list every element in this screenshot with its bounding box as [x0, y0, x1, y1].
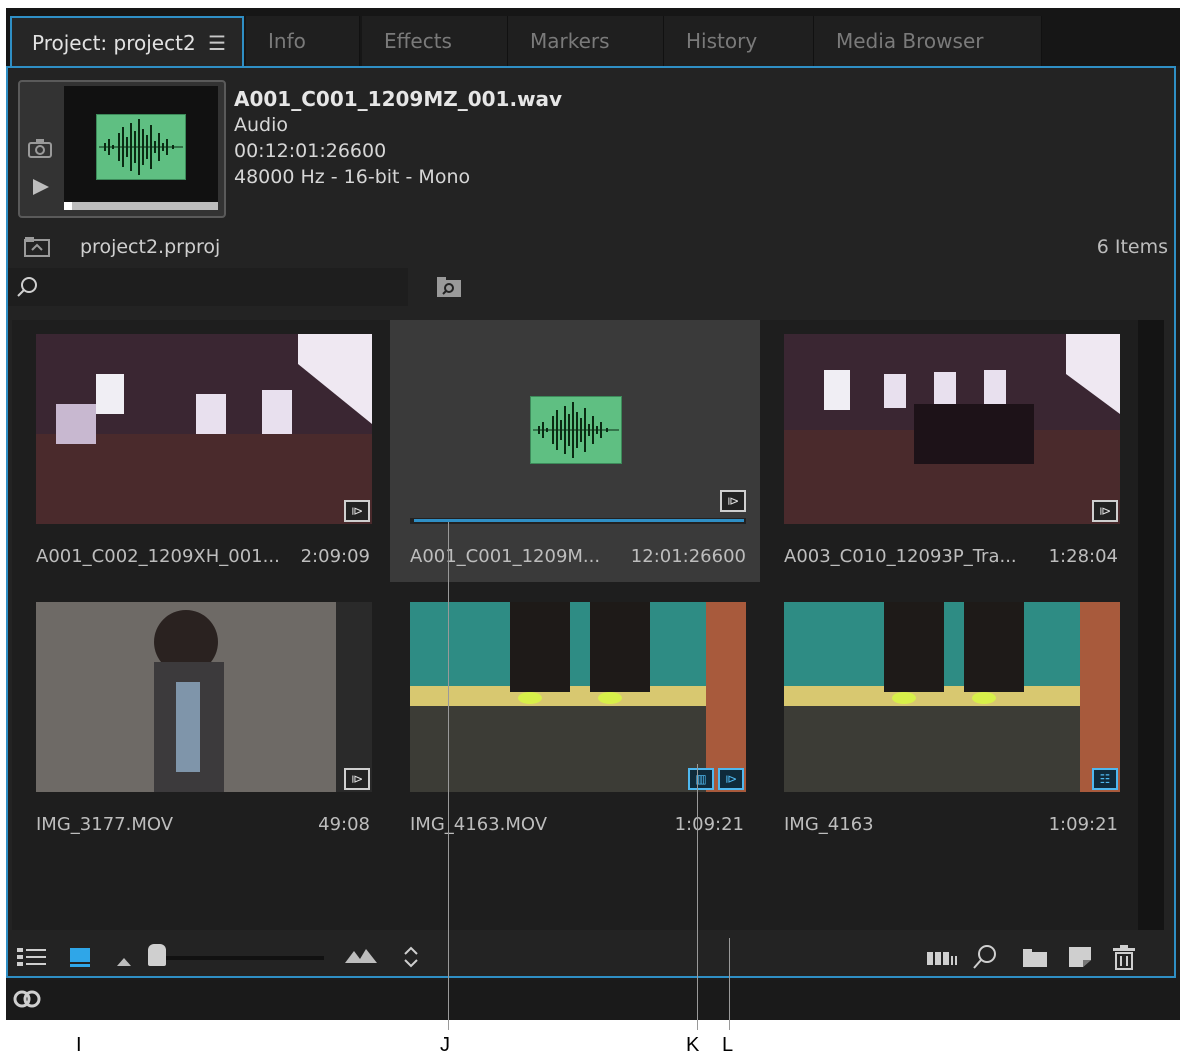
clip-name: IMG_4163: [784, 814, 874, 835]
clip-name: A001_C002_1209XH_001...: [36, 546, 280, 567]
clip-duration: 49:08: [318, 814, 370, 835]
callout-line-l: [729, 938, 730, 1030]
clip-item-selected[interactable]: ⧐ A001_C001_1209M... 12:01:26600: [390, 320, 760, 582]
clip-thumbnail: ☷: [784, 602, 1120, 792]
clip-thumbnail: ⧐: [36, 602, 372, 792]
clip-filename: A001_C001_1209MZ_001.wav: [234, 87, 563, 111]
sort-icon[interactable]: [402, 944, 420, 974]
audio-badge-icon: ⧐: [344, 500, 370, 522]
search-bin-icon[interactable]: [436, 276, 462, 302]
hamburger-menu-icon[interactable]: ☰: [208, 18, 226, 68]
tab-project-label: Project: project2: [32, 31, 196, 55]
automate-to-sequence-icon[interactable]: [926, 950, 958, 970]
audio-badge-icon: ⧐: [718, 768, 744, 790]
tab-history[interactable]: History: [664, 16, 814, 66]
panel-tab-bar: Project: project2 ☰ Info Effects Markers…: [6, 8, 1180, 66]
tab-markers[interactable]: Markers: [508, 16, 664, 66]
preview-progress-bar[interactable]: [64, 202, 218, 210]
tab-media-browser-label: Media Browser: [836, 29, 984, 53]
clip-thumbnail: ▥ ⧐: [410, 602, 746, 792]
clip-item[interactable]: ⧐ A001_C002_1209XH_001... 2:09:09: [16, 320, 384, 582]
folder-row: project2.prproj 6 Items: [18, 234, 1168, 264]
find-icon[interactable]: [972, 944, 998, 974]
clip-type: Audio: [234, 114, 289, 136]
panel-bottom-toolbar: [12, 940, 1172, 974]
clip-thumbnail: ⧐: [36, 334, 372, 524]
callout-label-l: L: [722, 1034, 734, 1056]
tab-effects-label: Effects: [384, 29, 452, 53]
clip-progress-bar[interactable]: [410, 518, 746, 524]
status-bar: [6, 980, 1180, 1020]
callout-line-k: [697, 764, 698, 1030]
thumbnail-size-slider[interactable]: [148, 944, 324, 966]
project-panel-window: Project: project2 ☰ Info Effects Markers…: [6, 8, 1180, 1020]
tab-info-label: Info: [268, 29, 306, 53]
search-icon: [16, 276, 38, 302]
trash-icon[interactable]: [1112, 944, 1136, 974]
tab-info[interactable]: Info: [246, 16, 360, 66]
creative-cloud-icon[interactable]: [12, 988, 42, 1014]
preview-playhead[interactable]: [64, 202, 72, 210]
items-count: 6 Items: [1096, 236, 1168, 258]
new-bin-icon[interactable]: [1022, 948, 1048, 972]
clip-thumbnail: ⧐: [784, 334, 1120, 524]
audio-badge-icon: ⧐: [1092, 500, 1118, 522]
icon-view-icon[interactable]: [68, 946, 92, 972]
folder-up-icon[interactable]: [24, 236, 50, 262]
waveform-thumbnail: [96, 114, 186, 180]
clip-format: 48000 Hz - 16-bit - Mono: [234, 166, 471, 188]
tab-markers-label: Markers: [530, 29, 610, 53]
zoom-out-icon[interactable]: [116, 952, 132, 971]
tab-effects[interactable]: Effects: [362, 16, 508, 66]
clip-duration: 12:01:26600: [630, 546, 746, 567]
clip-item[interactable]: ☷ IMG_4163 1:09:21: [764, 588, 1132, 850]
clip-duration: 1:09:21: [674, 814, 744, 835]
list-view-icon[interactable]: [16, 946, 48, 972]
camera-icon[interactable]: [28, 138, 52, 162]
preview-image: [64, 86, 218, 206]
search-input[interactable]: [8, 268, 408, 306]
clip-progress-fill: [414, 519, 744, 522]
callout-line-j: [448, 522, 449, 1030]
clip-metadata: A001_C001_1209MZ_001.wav Audio 00:12:01:…: [234, 86, 562, 190]
audio-badge-icon: ⧐: [720, 490, 746, 512]
clip-duration: 1:28:04: [1048, 546, 1118, 567]
clip-duration: 1:09:21: [1048, 814, 1118, 835]
clip-item[interactable]: ▥ ⧐ IMG_4163.MOV 1:09:21: [390, 588, 758, 850]
project-panel: A001_C001_1209MZ_001.wav Audio 00:12:01:…: [6, 66, 1176, 978]
clip-name: IMG_3177.MOV: [36, 814, 174, 835]
tab-media-browser[interactable]: Media Browser: [814, 16, 1042, 66]
play-icon[interactable]: [32, 178, 50, 200]
clip-item[interactable]: ⧐ A003_C010_12093P_Tra... 1:28:04: [764, 320, 1132, 582]
clip-name: A003_C010_12093P_Tra...: [784, 546, 1017, 567]
clip-duration: 2:09:09: [300, 546, 370, 567]
waveform-thumbnail: [530, 396, 622, 464]
callout-label-k: K: [686, 1034, 700, 1056]
zoom-in-icon[interactable]: [344, 948, 378, 968]
audio-badge-icon: ⧐: [344, 768, 370, 790]
clip-name: IMG_4163.MOV: [410, 814, 548, 835]
tab-project[interactable]: Project: project2 ☰: [10, 16, 244, 66]
tab-history-label: History: [686, 29, 758, 53]
clip-name: A001_C001_1209M...: [410, 546, 601, 567]
new-item-icon[interactable]: [1068, 946, 1092, 972]
slider-handle[interactable]: [148, 944, 166, 966]
video-badge-icon: ▥: [688, 768, 714, 790]
project-file-name: project2.prproj: [80, 236, 221, 258]
icon-view-grid: ⧐ A001_C002_1209XH_001... 2:09:09 ⧐ A001…: [12, 320, 1164, 930]
clip-timecode: 00:12:01:26600: [234, 140, 387, 162]
sequence-badge-icon: ☷: [1092, 768, 1118, 790]
callout-label-j: J: [440, 1034, 450, 1056]
grid-scrollbar[interactable]: [1138, 320, 1164, 930]
clip-item[interactable]: ⧐ IMG_3177.MOV 49:08: [16, 588, 384, 850]
preview-thumbnail[interactable]: [18, 80, 226, 218]
clip-thumbnail: ⧐: [410, 334, 746, 524]
callout-label-i: I: [76, 1034, 82, 1056]
